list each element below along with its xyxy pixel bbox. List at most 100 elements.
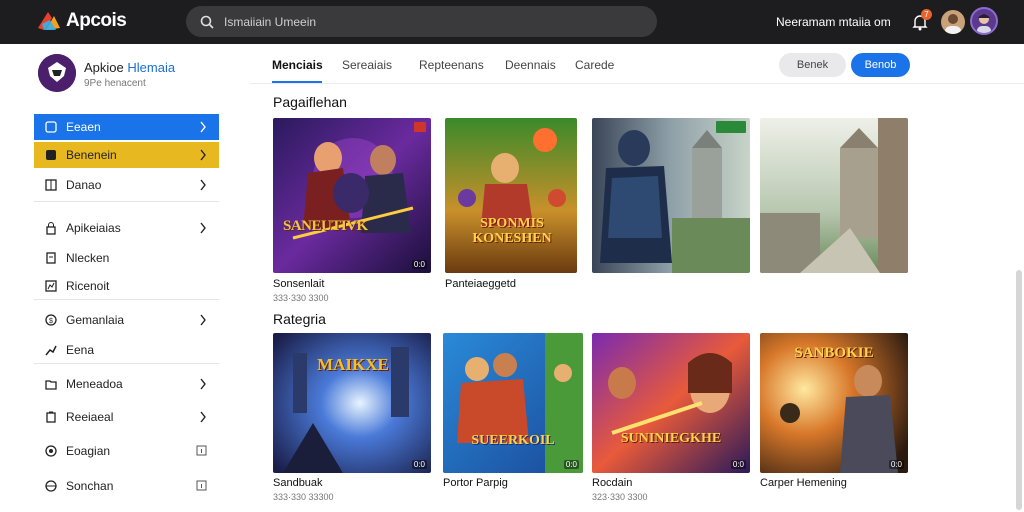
sidebar-item-label: Benenein (66, 148, 117, 162)
chevron-right-icon (199, 222, 207, 234)
profile-avatar (38, 54, 76, 92)
chevron-right-icon (199, 149, 207, 161)
search-icon (200, 15, 214, 29)
sidebar-item-label: Eoagian (66, 444, 111, 458)
game-card[interactable] (592, 118, 750, 273)
settings-icon (44, 444, 58, 458)
chart-icon (44, 279, 58, 293)
sidebar-item-label: Apikeiaias (66, 221, 121, 235)
card-title[interactable]: Rocdain (592, 477, 632, 489)
profile-name: Apkioe Hlemaia (84, 60, 176, 75)
tab-carede[interactable]: Carede (575, 58, 614, 72)
card-art-title: SPONMIS KONESHEN (472, 216, 552, 246)
sidebar-item-label: Nlecken (66, 251, 110, 265)
sidebar-item-label: Sonchan (66, 479, 114, 493)
card-meta: 333·330 33300 (273, 492, 334, 502)
card-art-title: MAIKXE (317, 355, 389, 374)
sidebar-item[interactable]: Eena (34, 337, 219, 363)
info-icon[interactable] (196, 480, 207, 492)
chevron-right-icon (199, 121, 207, 133)
sidebar-item[interactable]: Ricenoit (34, 273, 219, 299)
tab-repteenans[interactable]: Repteenans (419, 58, 484, 72)
sidebar-item[interactable]: Danao (34, 172, 219, 198)
top-bar: Apcois Neeramam mtaiia om 7 (0, 0, 1024, 44)
card-meta: 333·330 3300 (273, 293, 329, 303)
search-bar[interactable] (186, 6, 657, 37)
tab-sereaiais[interactable]: Sereaiais (342, 58, 392, 72)
sidebar-item[interactable]: Sonchan (34, 473, 219, 499)
sidebar-item[interactable]: Eeaen (34, 114, 219, 140)
sidebar-item[interactable]: Nlecken (34, 245, 219, 271)
game-card[interactable]: SANEUTIVK 0:0 (273, 118, 431, 273)
search-input[interactable] (224, 14, 624, 29)
card-title[interactable]: Portor Parpig (443, 477, 508, 489)
svg-text:$: $ (49, 318, 53, 325)
clipboard-icon (44, 410, 58, 424)
game-card[interactable]: MAIKXE 0:0 (273, 333, 431, 473)
chevron-right-icon (199, 179, 207, 191)
growth-icon (44, 343, 58, 357)
profile-subtitle: 9Pe henacent (84, 78, 146, 89)
sidebar-divider (34, 363, 219, 364)
sidebar-item[interactable]: Reeiaeal (34, 404, 219, 430)
globe-icon (44, 479, 58, 493)
app-icon (44, 120, 58, 134)
tab-menciais[interactable]: Menciais (272, 58, 323, 72)
profile-avatar-top[interactable] (970, 7, 998, 35)
sidebar-item-label: Eena (66, 343, 95, 357)
game-card[interactable] (760, 118, 908, 273)
tab-divider (250, 83, 1024, 84)
account-label[interactable]: Neeramam mtaiia om (776, 15, 891, 29)
sidebar-item-label: Gemanlaia (66, 313, 125, 327)
sidebar-item-label: Eeaen (66, 120, 101, 134)
profile-header[interactable]: Apkioe Hlemaia 9Pe henacent (38, 54, 175, 92)
tab-deennais[interactable]: Deennais (505, 58, 556, 72)
info-icon[interactable] (196, 445, 207, 457)
card-title[interactable]: Panteiaeggetd (445, 278, 516, 290)
user-avatar[interactable] (941, 10, 965, 34)
game-card[interactable]: SUEERKOIL 0:0 (443, 333, 583, 473)
sidebar-item[interactable]: Benenein (34, 142, 219, 168)
flag-icon (414, 122, 426, 132)
game-card[interactable]: SPONMIS KONESHEN (445, 118, 577, 273)
card-title[interactable]: Sonsenlait (273, 278, 324, 290)
game-card[interactable]: SUNINIEGKHE 0:0 (592, 333, 750, 473)
card-art-title: SANEUTIVK (283, 218, 368, 234)
card-art-title: SUEERKOIL (471, 433, 555, 448)
card-title[interactable]: Sandbuak (273, 477, 323, 489)
chevron-right-icon (199, 411, 207, 423)
sidebar-divider (34, 201, 219, 202)
card-art-title: SANBOKIE (794, 345, 874, 361)
section-title: Pagaiflehan (273, 94, 347, 110)
chevron-right-icon (199, 378, 207, 390)
badge-icon (716, 121, 746, 133)
star-icon (44, 148, 58, 162)
book-icon (44, 178, 58, 192)
card-badge: 0:0 (411, 260, 427, 269)
app-name: Apcois (66, 10, 127, 31)
sidebar-divider (34, 299, 219, 300)
document-icon (44, 251, 58, 265)
scrollbar[interactable] (1016, 270, 1022, 510)
sidebar-item-label: Danao (66, 178, 102, 192)
folder-icon (44, 377, 58, 391)
sidebar-item[interactable]: $ Gemanlaia (34, 307, 219, 333)
cancel-button[interactable]: Benek (779, 53, 846, 77)
card-badge: 0:0 (888, 460, 904, 469)
logo-icon (36, 10, 62, 32)
notification-badge: 7 (921, 9, 932, 20)
card-title[interactable]: Carper Hemening (760, 477, 847, 489)
sidebar-item-label: Meneadoa (66, 377, 123, 391)
card-badge: 0:0 (411, 460, 427, 469)
card-art-title: SUNINIEGKHE (620, 431, 722, 446)
card-meta: 323·330 3300 (592, 492, 648, 502)
sidebar-item[interactable]: Meneadoa (34, 371, 219, 397)
save-button[interactable]: Benob (851, 53, 910, 77)
game-card[interactable]: SANBOKIE 0:0 (760, 333, 908, 473)
app-logo[interactable]: Apcois (36, 10, 127, 32)
section-title: Rategria (273, 311, 326, 327)
sidebar-item-label: Reeiaeal (66, 410, 114, 424)
sidebar-item[interactable]: Eoagian (34, 438, 219, 464)
dollar-icon: $ (44, 313, 58, 327)
sidebar-item[interactable]: Apikeiaias (34, 215, 219, 241)
